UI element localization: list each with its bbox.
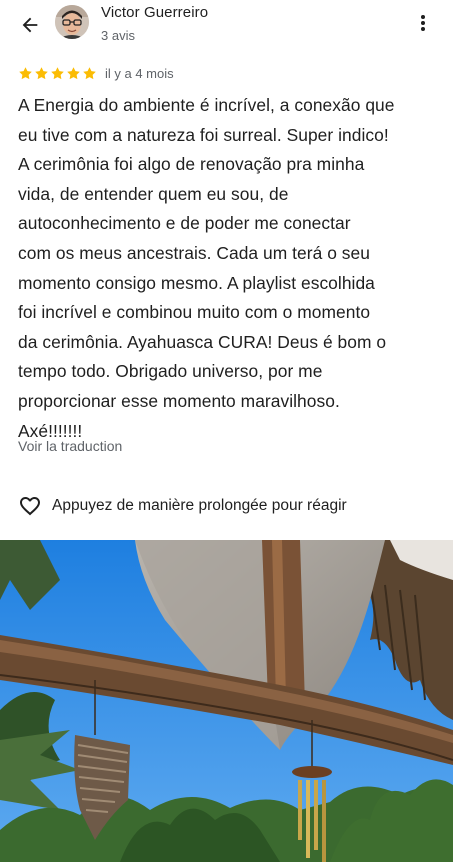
more-options-button[interactable] xyxy=(412,10,434,36)
react-button[interactable]: Appuyez de manière prolongée pour réagir xyxy=(18,494,347,518)
star-icon xyxy=(19,66,32,79)
star-icon xyxy=(35,66,48,79)
avatar[interactable] xyxy=(55,5,89,39)
star-icon xyxy=(67,66,80,79)
back-button[interactable] xyxy=(16,11,44,39)
react-label: Appuyez de manière prolongée pour réagir xyxy=(52,497,347,514)
review-count: 3 avis xyxy=(101,28,135,43)
arrow-back-icon xyxy=(22,17,38,33)
rating-row: il y a 4 mois xyxy=(18,64,174,82)
review-photo[interactable] xyxy=(0,540,453,862)
review-header: Victor Guerreiro 3 avis xyxy=(0,0,453,50)
author-name[interactable]: Victor Guerreiro xyxy=(101,4,208,21)
heart-outline-icon xyxy=(20,497,40,516)
review-date: il y a 4 mois xyxy=(105,65,174,81)
star-icon xyxy=(83,66,96,79)
star-rating xyxy=(18,66,97,81)
review-text: A Energia do ambiente é incrível, a cone… xyxy=(18,95,395,441)
translate-link[interactable]: Voir la traduction xyxy=(18,438,122,454)
more-vert-icon xyxy=(421,15,425,31)
star-icon xyxy=(51,66,64,79)
